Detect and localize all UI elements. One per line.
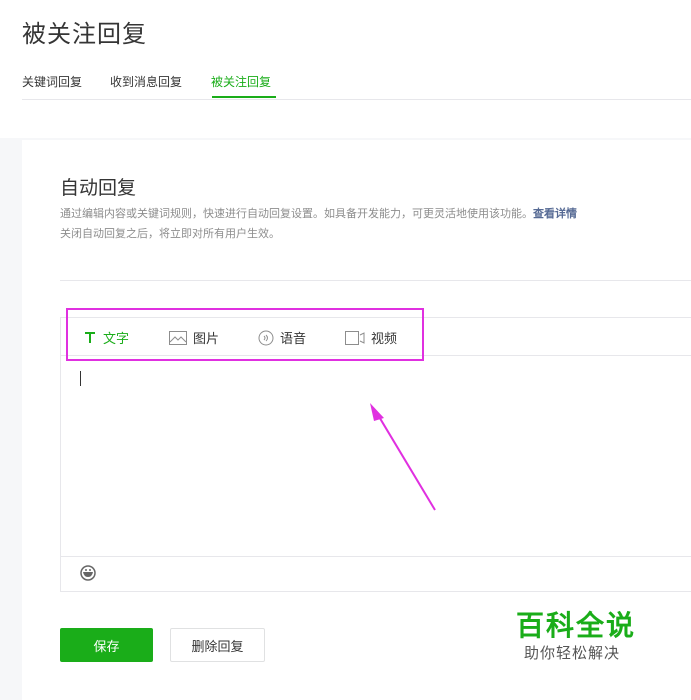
active-tab-indicator xyxy=(212,96,276,98)
watermark-subtitle: 助你轻松解决 xyxy=(524,644,621,662)
text-cursor[interactable] xyxy=(80,371,81,386)
editor-footer-divider xyxy=(61,556,691,557)
emoji-icon[interactable] xyxy=(80,565,96,581)
page-title: 被关注回复 xyxy=(22,20,147,48)
description-text: 通过编辑内容或关键词规则，快速进行自动回复设置。如具备开发能力，可更灵活地使用该… xyxy=(60,207,533,220)
watermark-title: 百科全说 xyxy=(516,609,637,642)
tabs-divider xyxy=(22,99,691,100)
section-title: 自动回复 xyxy=(60,177,137,199)
delete-reply-button[interactable]: 删除回复 xyxy=(170,628,265,662)
description-line-1: 通过编辑内容或关键词规则，快速进行自动回复设置。如具备开发能力，可更灵活地使用该… xyxy=(60,205,577,221)
page-header: 被关注回复 关键词回复 收到消息回复 被关注回复 xyxy=(0,0,691,138)
save-button[interactable]: 保存 xyxy=(60,628,153,662)
tab-follow-reply[interactable]: 被关注回复 xyxy=(211,73,271,90)
annotation-highlight-box xyxy=(66,308,424,361)
watermark: 百科全说 助你轻松解决 xyxy=(494,592,666,668)
tab-message-reply[interactable]: 收到消息回复 xyxy=(110,73,182,90)
view-details-link[interactable]: 查看详情 xyxy=(533,207,577,220)
section-divider xyxy=(60,280,691,281)
description-line-2: 关闭自动回复之后，将立即对所有用户生效。 xyxy=(60,227,280,240)
tab-keyword-reply[interactable]: 关键词回复 xyxy=(22,73,82,90)
